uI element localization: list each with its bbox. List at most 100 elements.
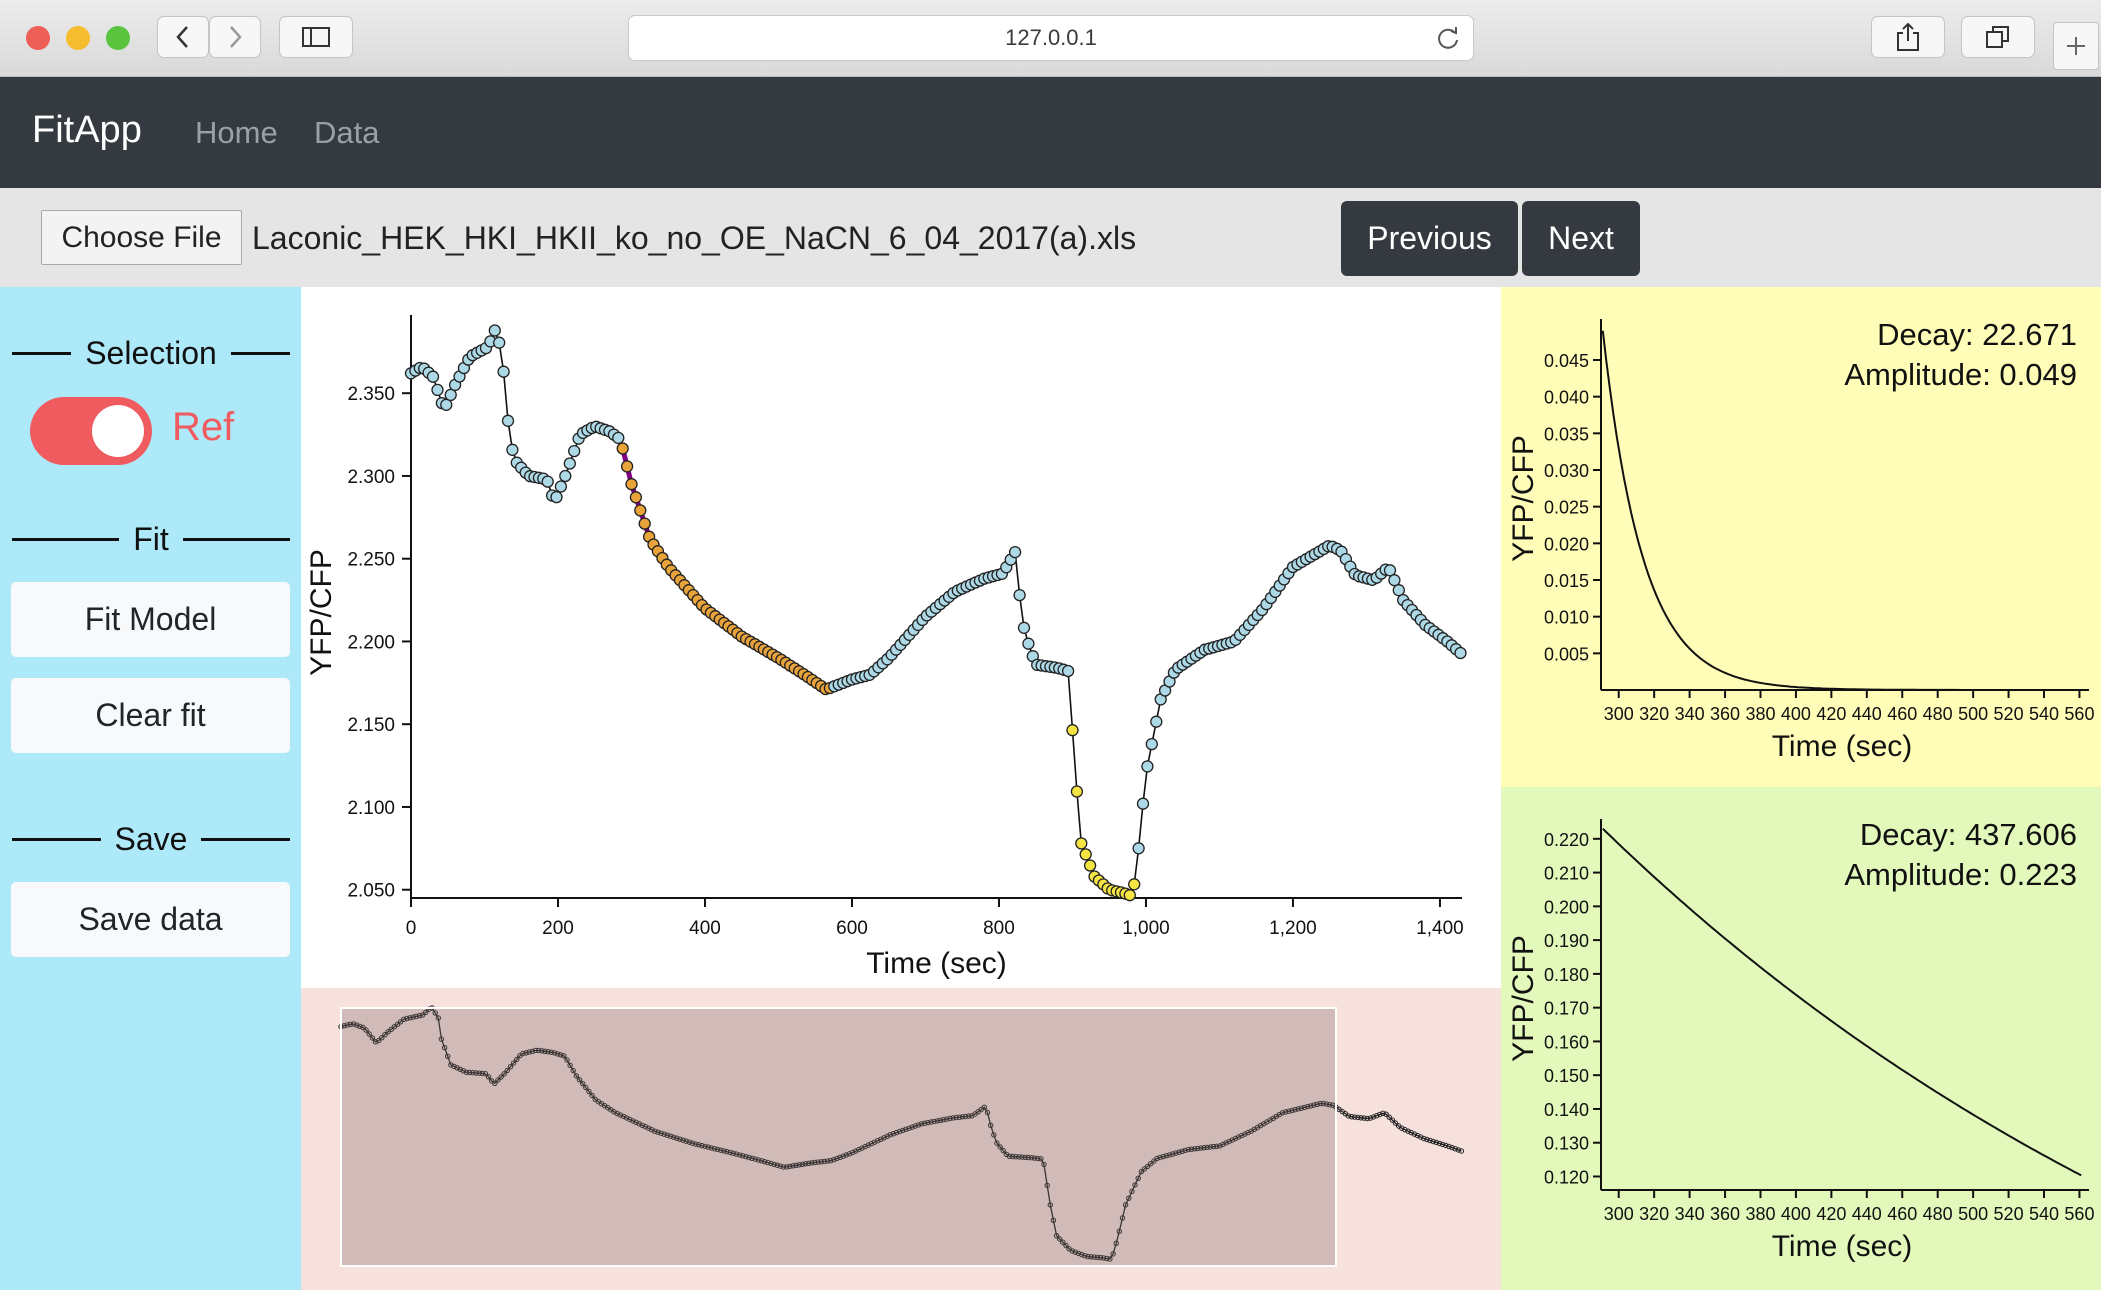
x-tick-label: 420 — [1816, 704, 1846, 724]
x-tick-label: 1,200 — [1269, 918, 1317, 939]
fit-data-point — [629, 491, 643, 504]
file-toolbar: Choose File Laconic_HEK_HKI_HKII_ko_no_O… — [0, 188, 2101, 287]
data-point — [506, 443, 519, 456]
fit-data-point — [616, 442, 629, 455]
y-tick-label: 0.015 — [1544, 571, 1589, 591]
x-tick-label: 500 — [1958, 1204, 1988, 1224]
minimize-window-button[interactable] — [66, 26, 90, 50]
fit-data-point — [625, 478, 638, 491]
reload-icon[interactable] — [1435, 25, 1461, 51]
x-tick-label: 360 — [1710, 704, 1740, 724]
data-point — [488, 324, 501, 337]
data-point — [559, 469, 572, 483]
y-tick-label: 2.150 — [347, 715, 395, 736]
sidebar-toggle-button[interactable] — [279, 16, 353, 58]
divider — [230, 351, 291, 355]
y-tick-label: 2.300 — [347, 467, 395, 488]
tabs-overview-button[interactable] — [1961, 16, 2035, 58]
y-tick-label: 2.100 — [347, 798, 395, 819]
choose-file-button[interactable]: Choose File — [41, 210, 242, 265]
x-tick-label: 480 — [1923, 1204, 1953, 1224]
x-tick-label: 1,400 — [1416, 918, 1464, 939]
y-axis-label: YFP/CFP — [1507, 935, 1540, 1062]
control-sidebar: Selection Ref Fit Fit Model Clear fit Sa… — [0, 287, 301, 1290]
y-tick-label: 0.160 — [1544, 1032, 1589, 1052]
data-point — [550, 490, 563, 504]
data-point — [1141, 760, 1154, 773]
x-tick-label: 460 — [1887, 704, 1917, 724]
maximize-window-button[interactable] — [106, 26, 130, 50]
data-point — [1022, 637, 1035, 650]
previous-button[interactable]: Previous — [1341, 201, 1518, 276]
close-window-button[interactable] — [26, 26, 50, 50]
brush-selection[interactable] — [340, 1007, 1337, 1267]
x-tick-label: 560 — [2064, 704, 2094, 724]
save-section-header: Save — [12, 819, 290, 859]
nav-home-link[interactable]: Home — [195, 115, 278, 151]
x-tick-label: 400 — [1781, 1204, 1811, 1224]
ref-data-point — [1128, 878, 1141, 891]
y-tick-label: 0.140 — [1544, 1100, 1589, 1120]
new-tab-button[interactable] — [2053, 22, 2099, 70]
fit-data-point — [634, 504, 647, 517]
x-tick-label: 200 — [542, 918, 574, 939]
data-point — [1008, 545, 1022, 559]
share-button[interactable] — [1871, 16, 1945, 58]
next-button[interactable]: Next — [1522, 201, 1640, 276]
overview-chart[interactable] — [301, 988, 1501, 1290]
y-tick-label: 0.200 — [1544, 897, 1589, 917]
clear-fit-button[interactable]: Clear fit — [11, 678, 290, 753]
data-point — [1013, 588, 1026, 602]
x-tick-label: 340 — [1675, 704, 1705, 724]
data-point — [563, 457, 576, 470]
x-tick-label: 340 — [1675, 1204, 1705, 1224]
x-tick-label: 400 — [1781, 704, 1811, 724]
x-tick-label: 0 — [406, 918, 417, 939]
data-point — [426, 370, 440, 383]
ref-data-point — [1070, 785, 1084, 798]
y-tick-label: 2.200 — [347, 632, 395, 653]
data-point — [1150, 715, 1163, 728]
file-name: Laconic_HEK_HKI_HKII_ko_no_OE_NaCN_6_04_… — [252, 220, 1137, 256]
main-scatter-chart[interactable]: 0 200 400 600 800 1,000 1,200 1,400 2.050 2.100 2.… — [301, 287, 1501, 988]
data-point — [493, 336, 506, 349]
nav-data-link[interactable]: Data — [314, 115, 379, 151]
ref-toggle-switch[interactable] — [30, 397, 152, 465]
x-tick-label: 360 — [1710, 1204, 1740, 1224]
fit-model-button[interactable]: Fit Model — [11, 582, 290, 657]
address-bar[interactable]: 127.0.0.1 — [628, 15, 1474, 61]
back-button[interactable] — [157, 16, 209, 58]
y-tick-label: 0.180 — [1544, 965, 1589, 985]
decay-value-bottom: Decay: 437.606 — [1859, 817, 2077, 852]
ref-data-point — [1079, 848, 1092, 861]
y-axis-label: YFP/CFP — [1507, 435, 1540, 562]
sidebar-icon — [302, 27, 330, 47]
forward-button[interactable] — [209, 16, 261, 58]
ref-data-point — [1075, 837, 1088, 850]
x-tick-label: 400 — [689, 918, 721, 939]
data-point — [431, 383, 444, 397]
amplitude-value-top: Amplitude: 0.049 — [1844, 357, 2077, 392]
y-tick-label: 0.130 — [1544, 1134, 1589, 1154]
x-axis-label: Time (sec) — [1772, 1230, 1913, 1263]
selection-section-header: Selection — [12, 333, 291, 373]
data-point — [444, 388, 457, 402]
y-tick-label: 0.150 — [1544, 1066, 1589, 1086]
y-tick-label: 2.050 — [347, 881, 395, 902]
x-tick-label: 380 — [1745, 1204, 1775, 1224]
x-axis-label: Time (sec) — [1772, 730, 1913, 763]
data-point — [541, 475, 554, 488]
brand-logo[interactable]: FitApp — [32, 109, 142, 152]
data-point — [1132, 842, 1145, 855]
divider — [182, 537, 291, 541]
save-data-button[interactable]: Save data — [11, 882, 290, 957]
y-tick-label: 0.120 — [1544, 1167, 1589, 1187]
y-tick-label: 2.350 — [347, 384, 395, 405]
amplitude-value-bottom: Amplitude: 0.223 — [1844, 857, 2077, 892]
plus-icon — [2067, 37, 2085, 55]
fit-data-point — [620, 460, 634, 473]
y-tick-label: 0.035 — [1544, 424, 1589, 444]
main-chart-panel: 0 200 400 600 800 1,000 1,200 1,400 2.050 2.100 2.… — [301, 287, 1501, 988]
x-tick-label: 440 — [1852, 1204, 1882, 1224]
data-point — [568, 444, 581, 458]
